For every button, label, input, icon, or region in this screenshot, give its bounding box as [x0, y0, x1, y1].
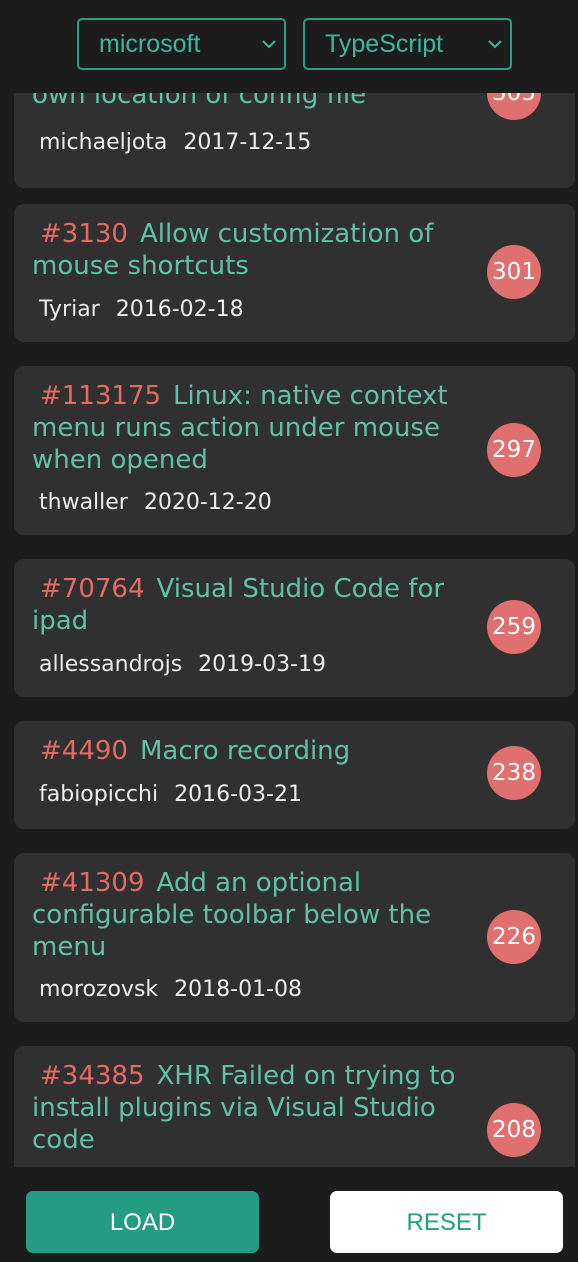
vote-count-badge: 259 — [487, 600, 541, 654]
vote-count-badge: 305 — [487, 93, 541, 120]
issue-title: Macro recording — [139, 736, 351, 766]
owner-select[interactable]: microsoft — [77, 18, 286, 70]
vote-count-badge: 301 — [487, 245, 541, 299]
issue-number: #34385 — [40, 1061, 145, 1091]
issue-title: Allow users to specify their own locatio… — [32, 93, 367, 110]
issue-title-line: #3130 Allow customization of mouse shortc… — [32, 218, 457, 282]
issue-card[interactable]: #Allow users to specify their own locati… — [14, 93, 575, 188]
issue-card[interactable]: #4490 Macro recording fabiopicchi 2016-03-… — [14, 721, 575, 829]
language-select-value: TypeScript — [325, 30, 444, 58]
issue-card[interactable]: #3130 Allow customization of mouse shortc… — [14, 204, 575, 342]
issue-title-line: #Allow users to specify their own locati… — [32, 93, 457, 111]
issue-card[interactable]: #41309 Add an optional configurable toolb… — [14, 853, 575, 1022]
vote-count-badge: 226 — [487, 910, 541, 964]
issue-title-line: #113175 Linux: native context menu runs a… — [32, 380, 457, 476]
issue-meta: thwaller 2020-12-20 — [39, 490, 272, 515]
issue-date: 2017-12-15 — [183, 130, 312, 155]
issue-title-line: #34385 XHR Failed on trying to install pl… — [32, 1060, 457, 1156]
issue-meta: michaeljota 2017-12-15 — [39, 130, 311, 155]
language-select[interactable]: TypeScript — [303, 18, 512, 70]
issue-date: 2020-12-20 — [143, 490, 272, 515]
reset-button[interactable]: RESET — [330, 1191, 563, 1253]
issue-meta: fabiopicchi 2016-03-21 — [39, 782, 302, 807]
issue-card[interactable]: #70764 Visual Studio Code for ipad alless… — [14, 559, 575, 697]
chevron-down-icon — [488, 40, 502, 49]
action-bar: LOAD RESET — [0, 1167, 578, 1262]
issue-card[interactable]: #34385 XHR Failed on trying to install pl… — [14, 1046, 575, 1167]
chevron-down-icon — [262, 40, 276, 49]
issue-number: #41309 — [40, 868, 145, 898]
vote-count-badge: 208 — [487, 1103, 541, 1157]
issue-title-line: #41309 Add an optional configurable toolb… — [32, 867, 457, 963]
vote-count-badge: 297 — [487, 423, 541, 477]
issue-list[interactable]: #Allow users to specify their own locati… — [0, 93, 578, 1167]
issue-date: 2018-01-08 — [174, 977, 303, 1002]
issue-title-line: #4490 Macro recording — [32, 735, 457, 767]
issue-meta: allessandrojs 2019-03-19 — [39, 652, 326, 677]
issue-number: #3130 — [40, 219, 128, 249]
filter-bar: microsoft TypeScript — [0, 0, 578, 93]
issue-number: #113175 — [40, 381, 162, 411]
issue-date: 2016-02-18 — [115, 297, 244, 322]
issue-date: 2016-03-21 — [174, 782, 302, 807]
vote-count-badge: 238 — [487, 746, 541, 800]
issue-author: Tyriar — [39, 297, 100, 322]
issue-date: 2019-03-19 — [198, 652, 327, 677]
issue-card[interactable]: #113175 Linux: native context menu runs a… — [14, 366, 575, 535]
issue-title-line: #70764 Visual Studio Code for ipad — [32, 573, 457, 637]
issue-author: thwaller — [39, 490, 128, 515]
issue-author: allessandrojs — [39, 652, 183, 677]
issue-number: #4490 — [40, 736, 128, 766]
issue-number: #70764 — [40, 574, 145, 604]
owner-select-value: microsoft — [99, 30, 201, 58]
issue-meta: morozovsk 2018-01-08 — [39, 977, 302, 1002]
issue-author: fabiopicchi — [39, 782, 159, 807]
load-button[interactable]: LOAD — [26, 1191, 259, 1253]
issue-author: michaeljota — [39, 130, 168, 155]
issue-meta: Tyriar 2016-02-18 — [39, 297, 244, 322]
issue-author: morozovsk — [39, 977, 159, 1002]
